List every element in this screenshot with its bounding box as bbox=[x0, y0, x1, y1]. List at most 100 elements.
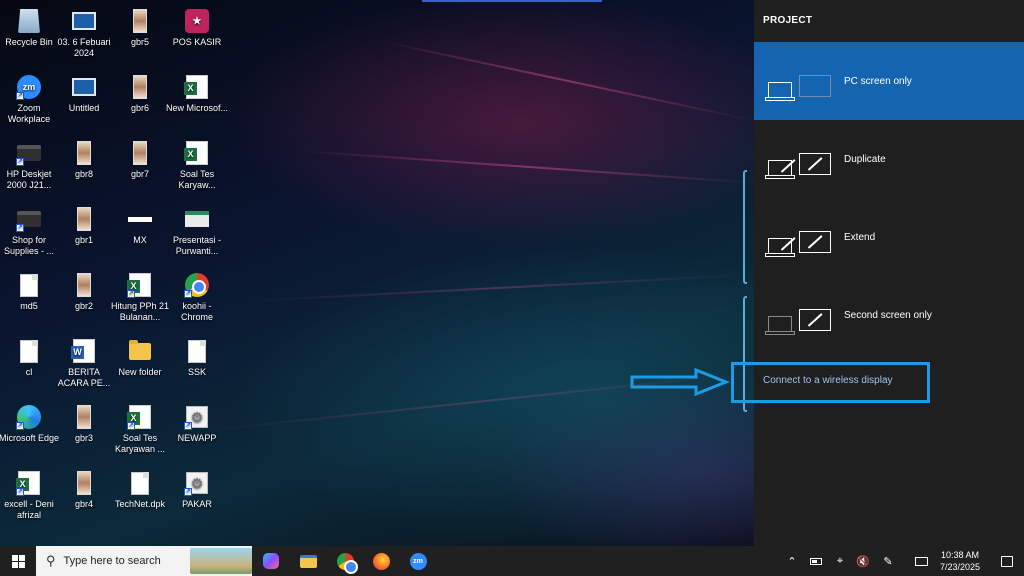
pc-screen-only-icon bbox=[754, 55, 844, 107]
desktop-icon[interactable]: ↗ Microsoft Edge bbox=[0, 400, 60, 462]
desktop-icon-label: SSK bbox=[187, 367, 206, 377]
panel-title: PROJECT bbox=[763, 15, 813, 26]
desktop-icon[interactable]: X New Microsof... bbox=[166, 70, 228, 132]
desktop-icon[interactable]: gbr1 bbox=[53, 202, 115, 264]
shortcut-arrow-icon: ↗ bbox=[184, 422, 192, 430]
desktop-icon[interactable]: W BERITA ACARA PE... bbox=[53, 334, 115, 396]
desktop-icon[interactable]: New folder bbox=[109, 334, 171, 396]
excel-icon: X ↗ bbox=[16, 470, 42, 496]
desktop-icon[interactable]: gbr7 bbox=[109, 136, 171, 198]
taskbar: ⚲ Type here to search zm ⌃ ⌖ 🔇 ✎ 10:38 A… bbox=[0, 546, 1024, 576]
desktop-icon[interactable]: ↗ HP Deskjet 2000 J21... bbox=[0, 136, 60, 198]
desktop-icon-label: Hitung PPh 21 Bulanan... bbox=[110, 301, 170, 322]
desktop-icon[interactable]: gbr2 bbox=[53, 268, 115, 330]
app-icon: ★ bbox=[184, 8, 210, 34]
pen-icon[interactable]: ✎ bbox=[880, 546, 896, 576]
desktop-icon[interactable]: Untitled bbox=[53, 70, 115, 132]
desktop-icon-label: cl bbox=[25, 367, 33, 377]
desktop-icon-label: POS KASIR bbox=[172, 37, 222, 47]
zoom-icon[interactable]: zm bbox=[401, 549, 435, 573]
desktop-icon-label: TechNet.dpk bbox=[114, 499, 166, 509]
printer-icon: ↗ bbox=[16, 206, 42, 232]
desktop-icon[interactable]: zm ↗ Zoom Workplace bbox=[0, 70, 60, 132]
desktop-icon-label: NEWAPP bbox=[177, 433, 217, 443]
option-second-screen-only[interactable]: Second screen only bbox=[754, 276, 1024, 354]
desktop-icon[interactable]: ★ POS KASIR bbox=[166, 4, 228, 66]
firefox-icon[interactable] bbox=[364, 549, 398, 573]
desktop-icon[interactable]: Presentasi - Purwanti... bbox=[166, 202, 228, 264]
option-label: PC screen only bbox=[844, 75, 912, 87]
wallpaper-streak bbox=[299, 150, 754, 185]
desktop-icon-label: gbr5 bbox=[130, 37, 149, 47]
edge-icon: ↗ bbox=[16, 404, 42, 430]
volume-muted-icon[interactable]: 🔇 bbox=[855, 546, 871, 576]
desktop-icon[interactable]: Recycle Bin bbox=[0, 4, 60, 66]
word-icon: W bbox=[71, 338, 97, 364]
desktop-icon[interactable]: ⚙ ↗ NEWAPP bbox=[166, 400, 228, 462]
keyboard-icon[interactable] bbox=[912, 546, 930, 576]
search-highlight-image bbox=[190, 548, 252, 574]
chrome-icon[interactable] bbox=[328, 549, 362, 574]
desktop-icon[interactable]: ↗ Shop for Supplies - ... bbox=[0, 202, 60, 264]
desktop-icon[interactable]: gbr8 bbox=[53, 136, 115, 198]
desktop-icon-label: HP Deskjet 2000 J21... bbox=[6, 169, 52, 190]
desktop-icon-label: Recycle Bin bbox=[5, 37, 53, 47]
document-icon bbox=[16, 338, 42, 364]
shortcut-arrow-icon: ↗ bbox=[16, 92, 24, 100]
desktop-icon[interactable]: cl bbox=[0, 334, 60, 396]
photo-icon bbox=[71, 404, 97, 430]
wifi-icon[interactable]: ⌖ bbox=[832, 546, 848, 576]
notification-center-icon[interactable] bbox=[990, 546, 1024, 576]
excel-icon: X bbox=[184, 140, 210, 166]
annotation-highlight-box bbox=[731, 362, 930, 403]
excel-icon: X ↗ bbox=[127, 404, 153, 430]
desktop-icon-label: gbr4 bbox=[74, 499, 93, 509]
second-screen-only-icon bbox=[754, 289, 844, 341]
zoom-icon: zm ↗ bbox=[16, 74, 42, 100]
desktop-icon[interactable]: 03. 6 Febuari 2024 bbox=[53, 4, 115, 66]
chevron-up-icon[interactable]: ⌃ bbox=[784, 546, 800, 576]
shortcut-arrow-icon: ↗ bbox=[16, 158, 24, 166]
file-explorer-icon[interactable] bbox=[291, 549, 325, 573]
desktop-icon[interactable]: X Soal Tes Karyaw... bbox=[166, 136, 228, 198]
desktop-icon[interactable]: X ↗ Hitung PPh 21 Bulanan... bbox=[109, 268, 171, 330]
battery-icon[interactable] bbox=[808, 546, 824, 576]
annotation-arrow-icon bbox=[630, 368, 730, 396]
desktop: Recycle Bin 03. 6 Febuari 2024 gbr5 ★ POS KA… bbox=[0, 0, 754, 546]
desktop-icon[interactable]: md5 bbox=[0, 268, 60, 330]
desktop-icon[interactable]: TechNet.dpk bbox=[109, 466, 171, 528]
desktop-icon[interactable]: gbr6 bbox=[109, 70, 171, 132]
option-label: Duplicate bbox=[844, 153, 886, 165]
image-icon bbox=[71, 74, 97, 100]
clock-time: 10:38 AM bbox=[940, 550, 980, 560]
desktop-icon[interactable]: SSK bbox=[166, 334, 228, 396]
desktop-icon-label: Presentasi - Purwanti... bbox=[172, 235, 222, 256]
desktop-icon[interactable]: X ↗ Soal Tes Karyawan ... bbox=[109, 400, 171, 462]
photo-icon bbox=[127, 74, 153, 100]
desktop-icon[interactable]: MX bbox=[109, 202, 171, 264]
search-box[interactable]: ⚲ Type here to search bbox=[36, 546, 252, 576]
desktop-icon-label: gbr3 bbox=[74, 433, 93, 443]
wallpaper-bracket bbox=[743, 170, 747, 284]
chrome-icon: ↗ bbox=[184, 272, 210, 298]
shortcut-arrow-icon: ↗ bbox=[16, 422, 24, 430]
start-button[interactable] bbox=[0, 546, 36, 576]
clock[interactable]: 10:38 AM 7/23/2025 bbox=[932, 549, 988, 573]
wallpaper-streak bbox=[249, 273, 750, 302]
copilot-icon[interactable] bbox=[254, 549, 288, 573]
shortcut-arrow-icon: ↗ bbox=[16, 488, 24, 496]
desktop-icon-label: gbr6 bbox=[130, 103, 149, 113]
desktop-icon[interactable]: gbr5 bbox=[109, 4, 171, 66]
option-duplicate[interactable]: Duplicate bbox=[754, 120, 1024, 198]
desktop-icon[interactable]: ⚙ ↗ PAKAR bbox=[166, 466, 228, 528]
desktop-icon[interactable]: X ↗ excell - Deni afrizal bbox=[0, 466, 60, 528]
desktop-icon[interactable]: gbr3 bbox=[53, 400, 115, 462]
desktop-icon[interactable]: gbr4 bbox=[53, 466, 115, 528]
desktop-icon-label: Shop for Supplies - ... bbox=[3, 235, 55, 256]
settings-file-icon: ⚙ ↗ bbox=[184, 404, 210, 430]
photo-icon bbox=[127, 8, 153, 34]
option-pc-screen-only[interactable]: PC screen only bbox=[754, 42, 1024, 120]
option-extend[interactable]: Extend bbox=[754, 198, 1024, 276]
desktop-icon-label: Soal Tes Karyawan ... bbox=[114, 433, 166, 454]
desktop-icon[interactable]: ↗ koohii - Chrome bbox=[166, 268, 228, 330]
